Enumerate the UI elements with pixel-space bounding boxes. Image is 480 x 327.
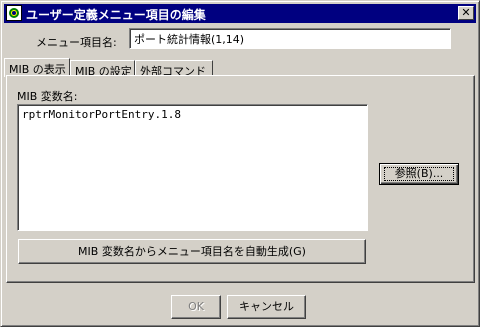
auto-generate-label: MIB 変数名からメニュー項目名を自動生成(G) bbox=[78, 245, 306, 258]
ok-button[interactable]: OK bbox=[171, 295, 221, 319]
auto-generate-name-button[interactable]: MIB 変数名からメニュー項目名を自動生成(G) bbox=[18, 239, 366, 264]
ok-label: OK bbox=[188, 300, 204, 313]
title-bar[interactable]: ユーザー定義メニュー項目の編集 ✕ bbox=[4, 4, 476, 23]
cancel-label: キャンセル bbox=[239, 300, 294, 313]
cancel-button[interactable]: キャンセル bbox=[227, 295, 306, 319]
close-button[interactable]: ✕ bbox=[458, 6, 474, 20]
browse-button[interactable]: 参照(B)... bbox=[379, 163, 459, 185]
edit-user-menu-dialog: ユーザー定義メニュー項目の編集 ✕ メニュー項目名: ポート統計情報(1,14)… bbox=[0, 0, 480, 327]
menu-item-name-field[interactable]: ポート統計情報(1,14) bbox=[129, 28, 451, 49]
menu-item-name-label: メニュー項目名: bbox=[36, 36, 117, 49]
dialog-title: ユーザー定義メニュー項目の編集 bbox=[26, 8, 206, 22]
mib-display-panel: MIB 変数名: rptrMonitorPortEntry.1.8 参照(B).… bbox=[6, 75, 475, 283]
list-item[interactable]: rptrMonitorPortEntry.1.8 bbox=[22, 108, 363, 121]
app-network-icon bbox=[6, 5, 22, 21]
mib-variable-list[interactable]: rptrMonitorPortEntry.1.8 bbox=[17, 104, 368, 231]
mib-variable-label: MIB 変数名: bbox=[17, 90, 78, 103]
